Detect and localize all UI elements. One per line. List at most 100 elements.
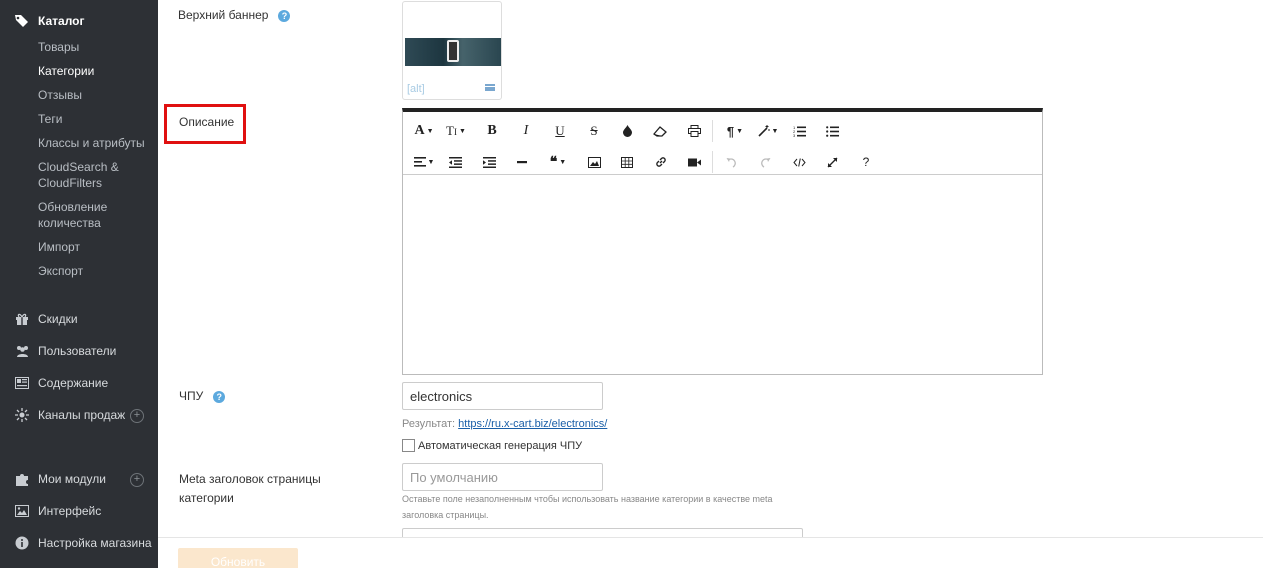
font-color-dropdown-icon[interactable]: A ▼ [411, 121, 437, 141]
slug-result-label: Результат: [402, 418, 456, 430]
update-button[interactable]: Обновить [178, 548, 298, 568]
image-icon [14, 503, 30, 519]
bold-icon[interactable]: B [481, 121, 503, 141]
unordered-list-icon[interactable] [821, 121, 843, 141]
editor-help-icon[interactable]: ? [855, 152, 877, 172]
ordered-list-icon[interactable]: 123 [788, 121, 810, 141]
sidebar-sub-stock-update-line2: количества [38, 216, 101, 230]
meta-title-hint-line1: Оставьте поле незаполненным чтобы исполь… [402, 494, 773, 504]
fullscreen-icon[interactable] [821, 152, 843, 172]
italic-icon[interactable]: I [515, 121, 537, 141]
sidebar-sub-stock-update-line1: Обновление [38, 200, 108, 214]
meta-title-input[interactable]: По умолчанию [402, 463, 603, 491]
code-view-icon[interactable] [788, 152, 810, 172]
description-editor[interactable]: A ▼ TI ▼ B I U S ¶ ▼ ▼ 123 ▼ ❝ ▼ ? [402, 108, 1043, 375]
sidebar-sub-tags[interactable]: Теги [38, 111, 62, 127]
banner-help-icon[interactable]: ? [278, 9, 291, 22]
auto-slug-checkbox[interactable] [402, 439, 415, 452]
sidebar-item-discounts-label: Скидки [38, 312, 78, 326]
sidebar-sub-categories[interactable]: Категории [38, 63, 94, 79]
meta-title-hint: Оставьте поле незаполненным чтобы исполь… [402, 491, 822, 523]
sidebar-item-content[interactable]: Содержание [14, 375, 144, 391]
sidebar-item-store-settings-label: Настройка магазина [38, 536, 152, 550]
channels-add-button[interactable]: + [130, 409, 144, 423]
sidebar-item-channels-label: Каналы продаж [38, 408, 126, 422]
insert-table-icon[interactable] [616, 152, 638, 172]
content-icon [14, 375, 30, 391]
sidebar-item-discounts[interactable]: Скидки [14, 311, 144, 327]
slug-result: Результат: https://ru.x-cart.biz/electro… [402, 418, 607, 430]
insert-image-icon[interactable] [583, 152, 605, 172]
meta-title-hint-line2: заголовка страницы. [402, 510, 489, 520]
align-dropdown-icon[interactable]: ▼ [411, 152, 437, 172]
sidebar-sub-export[interactable]: Экспорт [38, 263, 83, 279]
phone-graphic [447, 40, 459, 62]
slug-label-text: ЧПУ [179, 389, 204, 403]
info-icon [14, 535, 30, 551]
gift-icon [14, 311, 30, 327]
description-label: Описание [179, 115, 235, 129]
toolbar-separator [712, 120, 713, 142]
sidebar-item-users-label: Пользователи [38, 344, 117, 358]
sidebar-item-interface[interactable]: Интерфейс [14, 503, 144, 519]
sidebar-sub-reviews[interactable]: Отзывы [38, 87, 82, 103]
sidebar: Каталог Товары Категории Отзывы Теги Кла… [0, 0, 158, 568]
channels-icon [14, 407, 30, 423]
auto-slug-label: Автоматическая генерация ЧПУ [418, 439, 583, 452]
modules-add-button[interactable]: + [130, 473, 144, 487]
auto-slug-row[interactable]: Автоматическая генерация ЧПУ [402, 439, 582, 452]
slug-input[interactable]: electronics [402, 382, 603, 410]
strikethrough-icon[interactable]: S [583, 121, 605, 141]
toolbar-separator [712, 151, 713, 173]
undo-icon[interactable] [720, 152, 742, 172]
editor-toolbar: A ▼ TI ▼ B I U S ¶ ▼ ▼ 123 ▼ ❝ ▼ ? [403, 112, 1042, 175]
sidebar-sub-cloudsearch-line1: CloudSearch & [38, 160, 119, 174]
text-color-icon[interactable] [616, 121, 638, 141]
svg-text:3: 3 [793, 133, 796, 137]
font-size-dropdown-icon[interactable]: TI ▼ [443, 121, 469, 141]
sidebar-sub-cloudsearch[interactable]: CloudSearch & CloudFilters [38, 159, 119, 191]
indent-icon[interactable] [478, 152, 500, 172]
horizontal-rule-icon[interactable] [511, 152, 533, 172]
sidebar-item-catalog[interactable]: Каталог [14, 14, 85, 28]
banner-thumbnail [405, 38, 501, 66]
sidebar-item-content-label: Содержание [38, 376, 109, 390]
quote-dropdown-icon[interactable]: ❝ ▼ [545, 152, 571, 172]
sidebar-item-modules[interactable]: Мои модули [14, 471, 144, 487]
print-icon[interactable] [683, 121, 705, 141]
magic-style-dropdown-icon[interactable]: ▼ [755, 121, 781, 141]
sidebar-item-interface-label: Интерфейс [38, 504, 102, 518]
meta-title-label-line1: Meta заголовок страницы [179, 472, 321, 486]
sidebar-sub-classes[interactable]: Классы и атрибуты [38, 135, 145, 151]
link-icon[interactable] [650, 152, 672, 172]
users-icon [14, 343, 30, 359]
eraser-icon[interactable] [649, 121, 671, 141]
sidebar-sub-cloudsearch-line2: CloudFilters [38, 176, 103, 190]
paragraph-dropdown-icon[interactable]: ¶ ▼ [722, 121, 748, 141]
sidebar-sub-import[interactable]: Импорт [38, 239, 80, 255]
slug-field-label: ЧПУ? [179, 389, 226, 403]
sidebar-item-store-settings[interactable]: Настройка магазина [14, 535, 154, 551]
sidebar-item-catalog-label: Каталог [38, 14, 85, 28]
sidebar-item-modules-label: Мои модули [38, 472, 106, 486]
slug-help-icon[interactable]: ? [213, 390, 226, 403]
sticky-footer: Обновить [158, 537, 1263, 568]
sidebar-item-channels[interactable]: Каналы продаж [14, 407, 144, 423]
slug-result-link[interactable]: https://ru.x-cart.biz/electronics/ [458, 418, 607, 430]
meta-title-label: Meta заголовок страницы категории [179, 470, 321, 508]
underline-icon[interactable]: U [549, 121, 571, 141]
outdent-icon[interactable] [444, 152, 466, 172]
banner-image-upload[interactable]: [alt] [402, 1, 502, 100]
sidebar-sub-stock-update[interactable]: Обновление количества [38, 199, 107, 231]
sidebar-item-users[interactable]: Пользователи [14, 343, 144, 359]
banner-field-label: Верхний баннер? [178, 8, 291, 22]
puzzle-icon [14, 471, 30, 487]
banner-menu-icon[interactable] [485, 84, 495, 91]
banner-label-text: Верхний баннер [178, 8, 269, 22]
redo-icon[interactable] [754, 152, 776, 172]
meta-title-label-line2: категории [179, 491, 234, 505]
tag-icon [15, 15, 28, 27]
video-icon[interactable] [683, 152, 705, 172]
banner-alt-text[interactable]: [alt] [407, 83, 425, 95]
sidebar-sub-products[interactable]: Товары [38, 39, 79, 55]
